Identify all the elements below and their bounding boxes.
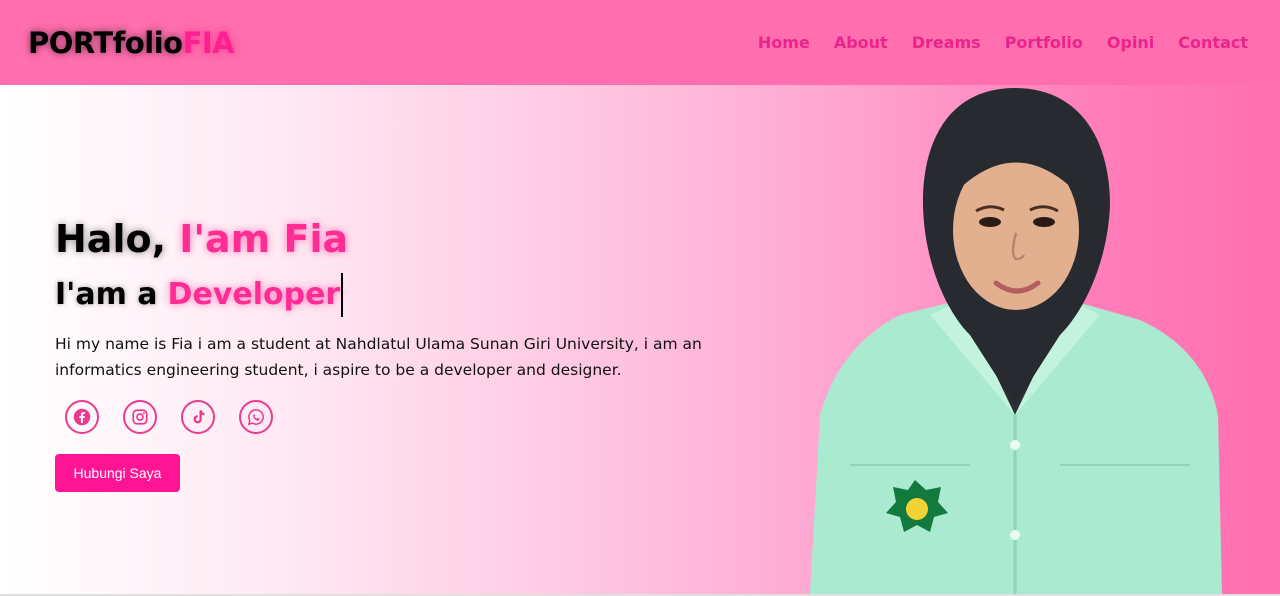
site-logo[interactable]: PORTfolioFIA bbox=[28, 25, 235, 60]
greeting-prefix: Halo, bbox=[55, 217, 167, 261]
greeting-name: I'am Fia bbox=[179, 217, 349, 261]
nav-home[interactable]: Home bbox=[758, 33, 810, 52]
nav-about[interactable]: About bbox=[834, 33, 888, 52]
whatsapp-link[interactable] bbox=[239, 400, 273, 434]
whatsapp-icon bbox=[247, 409, 264, 426]
nav-portfolio[interactable]: Portfolio bbox=[1005, 33, 1083, 52]
role-prefix: I'am a bbox=[55, 277, 158, 312]
role-value: Developer bbox=[167, 277, 341, 312]
profile-photo bbox=[810, 88, 1222, 594]
hero-description: Hi my name is Fia i am a student at Nahd… bbox=[55, 335, 702, 379]
nav-dreams[interactable]: Dreams bbox=[912, 33, 981, 52]
hero-text: Halo, I'am Fia I'am a Developer Hi my na… bbox=[55, 215, 795, 492]
contact-me-button[interactable]: Hubungi Saya bbox=[55, 454, 180, 492]
nav-opini[interactable]: Opini bbox=[1107, 33, 1154, 52]
facebook-icon bbox=[73, 408, 91, 426]
navbar: PORTfolioFIA Home About Dreams Portfolio… bbox=[0, 0, 1280, 85]
social-links bbox=[65, 400, 795, 434]
tiktok-icon bbox=[193, 410, 205, 424]
instagram-link[interactable] bbox=[123, 400, 157, 434]
main-nav: Home About Dreams Portfolio Opini Contac… bbox=[758, 33, 1248, 52]
hero-role: I'am a Developer bbox=[55, 273, 795, 317]
hero-section: Halo, I'am Fia I'am a Developer Hi my na… bbox=[0, 85, 1280, 594]
instagram-icon bbox=[132, 409, 148, 425]
facebook-link[interactable] bbox=[65, 400, 99, 434]
hero-greeting: Halo, I'am Fia bbox=[55, 215, 795, 263]
typing-cursor bbox=[341, 273, 344, 317]
nav-contact[interactable]: Contact bbox=[1178, 33, 1248, 52]
tiktok-link[interactable] bbox=[181, 400, 215, 434]
logo-accent-text: FIA bbox=[182, 25, 235, 60]
logo-main-text: PORTfolio bbox=[28, 25, 183, 60]
